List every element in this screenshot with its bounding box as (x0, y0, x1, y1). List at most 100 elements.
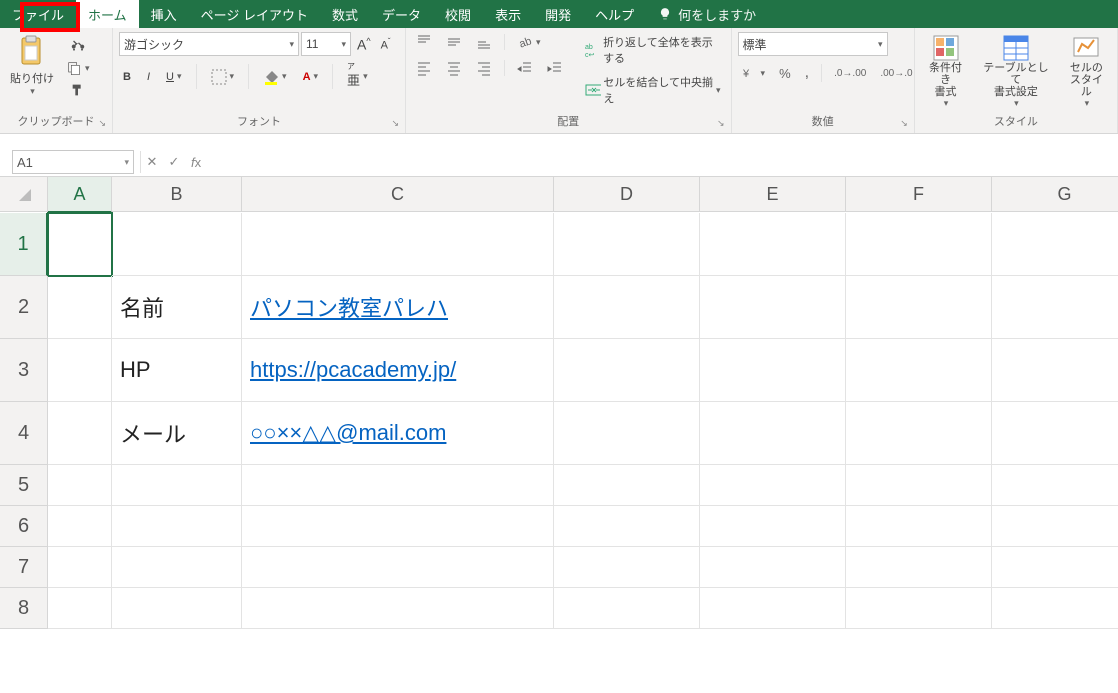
cell[interactable] (700, 402, 846, 465)
hyperlink[interactable]: https://pcacademy.jp/ (250, 357, 456, 383)
cell[interactable] (992, 588, 1118, 629)
accounting-format-button[interactable]: ¥▾ (738, 63, 770, 83)
tab-formulas[interactable]: 数式 (320, 0, 370, 28)
cell[interactable] (846, 465, 992, 506)
decrease-decimal-button[interactable]: .00→.0 (876, 66, 916, 81)
row-header[interactable]: 1 (0, 213, 48, 276)
percent-button[interactable]: % (775, 64, 795, 83)
format-as-table-button[interactable]: テーブルとして 書式設定▾ (976, 32, 1055, 111)
cell[interactable] (846, 276, 992, 339)
cell[interactable] (242, 588, 554, 629)
cell[interactable] (846, 588, 992, 629)
align-left-button[interactable] (412, 58, 436, 78)
cell[interactable]: https://pcacademy.jp/ (242, 339, 554, 402)
cell[interactable]: HP (112, 339, 242, 402)
cell[interactable] (700, 547, 846, 588)
tell-me-search[interactable]: 何をしますか (646, 0, 768, 28)
cell[interactable] (242, 547, 554, 588)
cell[interactable] (992, 547, 1118, 588)
formula-input[interactable] (207, 151, 1118, 173)
cell[interactable] (48, 506, 112, 547)
align-top-button[interactable] (412, 32, 436, 52)
cell[interactable] (48, 588, 112, 629)
tab-insert[interactable]: 挿入 (139, 0, 189, 28)
cell[interactable] (112, 465, 242, 506)
tab-page-layout[interactable]: ページ レイアウト (189, 0, 320, 28)
cell[interactable] (554, 213, 700, 276)
cell[interactable] (554, 465, 700, 506)
cell[interactable] (554, 506, 700, 547)
decrease-indent-button[interactable] (513, 58, 537, 78)
tab-review[interactable]: 校閲 (433, 0, 483, 28)
hyperlink[interactable]: パソコン教室パレハ (250, 291, 448, 323)
tab-help[interactable]: ヘルプ (583, 0, 646, 28)
row-header[interactable]: 5 (0, 465, 48, 506)
increase-decimal-button[interactable]: .0→.00 (830, 66, 870, 81)
row-header[interactable]: 2 (0, 276, 48, 339)
increase-font-button[interactable]: A^ (353, 34, 375, 55)
cell[interactable] (846, 506, 992, 547)
cell[interactable]: メール (112, 402, 242, 465)
cell[interactable] (48, 276, 112, 339)
align-bottom-button[interactable] (472, 32, 496, 52)
cell[interactable] (112, 506, 242, 547)
tab-home[interactable]: ホーム (76, 0, 139, 28)
align-right-button[interactable] (472, 58, 496, 78)
column-header[interactable]: A (48, 177, 112, 213)
row-header[interactable]: 3 (0, 339, 48, 402)
cell[interactable]: ○○××△△@mail.com (242, 402, 554, 465)
cell[interactable] (700, 506, 846, 547)
insert-function-button[interactable]: fx (185, 155, 207, 170)
format-painter-button[interactable] (62, 80, 94, 100)
select-all-corner[interactable] (0, 177, 48, 212)
tab-view[interactable]: 表示 (483, 0, 533, 28)
font-size-select[interactable]: 11▾ (301, 32, 351, 56)
copy-button[interactable]: ▾ (62, 58, 94, 78)
cell[interactable] (48, 339, 112, 402)
cell[interactable] (48, 402, 112, 465)
column-header[interactable]: G (992, 177, 1118, 212)
decrease-font-button[interactable]: Aˇ (377, 35, 395, 54)
enter-formula-button[interactable]: ✓ (163, 154, 185, 170)
cell[interactable] (48, 547, 112, 588)
cell[interactable] (554, 547, 700, 588)
fill-color-button[interactable]: ▾ (259, 67, 291, 87)
hyperlink[interactable]: ○○××△△@mail.com (250, 420, 446, 446)
cell[interactable] (992, 276, 1118, 339)
row-header[interactable]: 7 (0, 547, 48, 588)
cell[interactable] (846, 339, 992, 402)
cell[interactable] (112, 547, 242, 588)
conditional-formatting-button[interactable]: 条件付き 書式▾ (921, 32, 970, 111)
wrap-text-button[interactable]: abc↩ 折り返して全体を表示する (581, 32, 725, 68)
paste-button[interactable]: 貼り付け ▾ (6, 32, 58, 99)
comma-button[interactable]: , (801, 62, 813, 84)
column-header[interactable]: B (112, 177, 242, 212)
phonetic-button[interactable]: ア亜▾ (343, 62, 372, 91)
cell[interactable] (554, 402, 700, 465)
number-format-select[interactable]: 標準▾ (738, 32, 888, 56)
cell[interactable] (112, 213, 242, 276)
tab-data[interactable]: データ (370, 0, 433, 28)
cell-styles-button[interactable]: セルの スタイル▾ (1062, 32, 1111, 111)
dialog-launcher-icon[interactable]: ↘ (98, 118, 106, 129)
column-header[interactable]: E (700, 177, 846, 212)
font-color-button[interactable]: A▾ (299, 69, 322, 85)
cell[interactable] (554, 276, 700, 339)
font-family-select[interactable]: 游ゴシック▾ (119, 32, 299, 56)
merge-center-button[interactable]: セルを結合して中央揃え▾ (581, 72, 725, 108)
cell[interactable] (700, 465, 846, 506)
row-header[interactable]: 6 (0, 506, 48, 547)
cell[interactable] (700, 213, 846, 276)
cell[interactable]: パソコン教室パレハ (242, 276, 554, 339)
dialog-launcher-icon[interactable]: ↘ (391, 118, 399, 129)
column-header[interactable]: F (846, 177, 992, 212)
borders-button[interactable]: ▾ (207, 67, 239, 87)
column-header[interactable]: D (554, 177, 700, 212)
cell[interactable] (48, 465, 112, 506)
increase-indent-button[interactable] (543, 58, 567, 78)
cancel-formula-button[interactable]: ✕ (140, 151, 163, 173)
cell[interactable] (554, 339, 700, 402)
cell[interactable] (846, 213, 992, 276)
cell[interactable] (48, 213, 112, 276)
cell[interactable] (992, 465, 1118, 506)
